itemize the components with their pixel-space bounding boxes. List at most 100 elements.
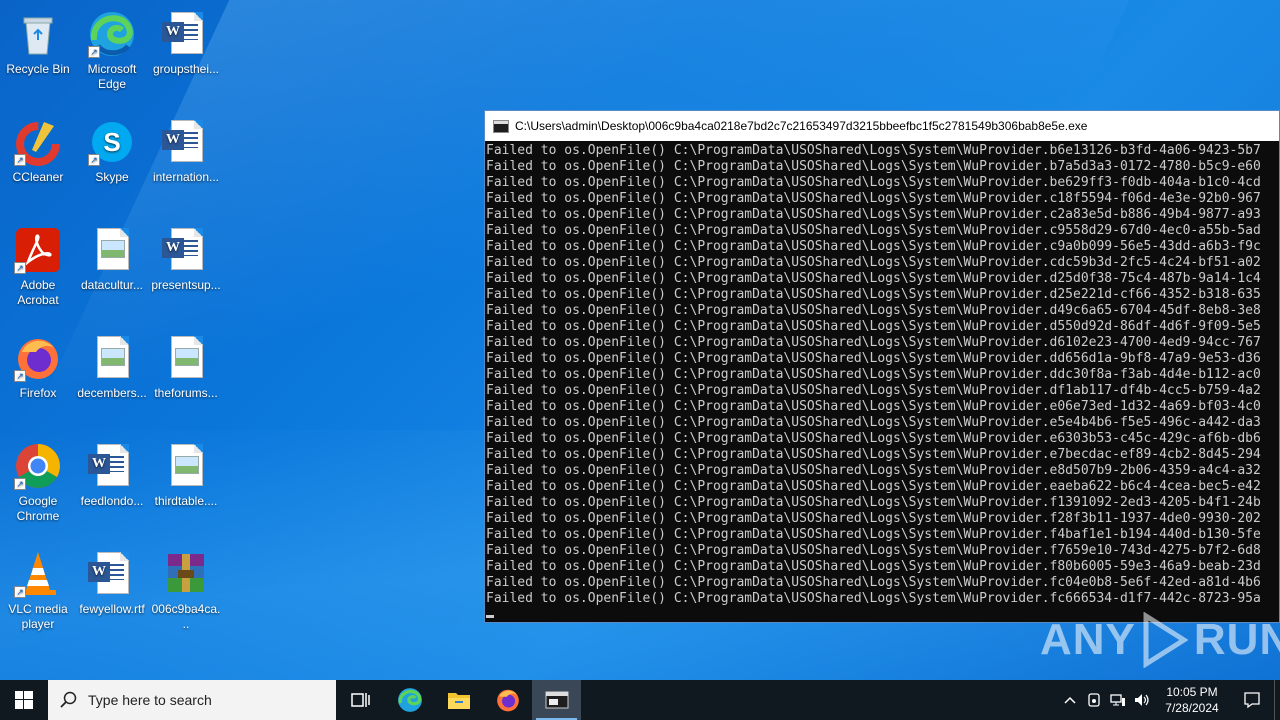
desktop-icon-thirdtable[interactable]: thirdtable.... [148, 436, 224, 509]
windows-logo-icon [15, 691, 33, 709]
console-line: Failed to os.OpenFile() C:\ProgramData\U… [486, 479, 1261, 494]
desktop-icon-label: presentsup... [151, 278, 221, 292]
console-line: Failed to os.OpenFile() C:\ProgramData\U… [486, 463, 1261, 478]
desktop-icon-microsoft-edge[interactable]: ↗ Microsoft Edge [74, 4, 150, 92]
console-line: Failed to os.OpenFile() C:\ProgramData\U… [486, 335, 1261, 350]
shortcut-arrow-icon: ↗ [14, 154, 26, 166]
console-line: Failed to os.OpenFile() C:\ProgramData\U… [486, 223, 1261, 238]
desktop-icon-label: groupsthei... [152, 62, 220, 76]
word-document-icon: W [88, 442, 136, 490]
image-file-icon [88, 226, 136, 274]
firefox-icon: ↗ [14, 334, 62, 382]
start-button[interactable] [0, 680, 48, 720]
desktop-icon-label: Skype [95, 170, 129, 184]
desktop-icon-label: decembers... [77, 386, 147, 400]
desktop-icon-label: internation... [152, 170, 220, 184]
svg-text:S: S [103, 127, 120, 157]
clock-time: 10:05 PM [1166, 685, 1218, 699]
desktop-icon-label: CCleaner [12, 170, 64, 184]
desktop-icon-google-chrome[interactable]: ↗ Google Chrome [0, 436, 76, 524]
adobe-acrobat-icon: ↗ [14, 226, 62, 274]
desktop-icon-label: Microsoft Edge [87, 62, 137, 91]
desktop-icon-firefox[interactable]: ↗ Firefox [0, 328, 76, 401]
device-icon[interactable] [1082, 680, 1106, 720]
desktop-icon-recycle-bin[interactable]: Recycle Bin [0, 4, 76, 77]
desktop-icon-label: Adobe Acrobat [17, 278, 59, 307]
ccleaner-icon: ↗ [14, 118, 62, 166]
network-icon[interactable] [1106, 680, 1130, 720]
recycle-bin-icon [14, 10, 62, 58]
console-line: Failed to os.OpenFile() C:\ProgramData\U… [486, 143, 1261, 158]
console-line: Failed to os.OpenFile() C:\ProgramData\U… [486, 559, 1261, 574]
taskbar-edge-button[interactable] [385, 680, 434, 720]
console-line: Failed to os.OpenFile() C:\ProgramData\U… [486, 399, 1261, 414]
edge-icon [397, 688, 422, 712]
desktop-icon-ccleaner[interactable]: ↗ CCleaner [0, 112, 76, 185]
desktop-icon-label: Firefox [19, 386, 57, 400]
console-line: Failed to os.OpenFile() C:\ProgramData\U… [486, 303, 1261, 318]
console-line: Failed to os.OpenFile() C:\ProgramData\U… [486, 575, 1261, 590]
desktop-icon-decembers[interactable]: decembers... [74, 328, 150, 401]
console-line: Failed to os.OpenFile() C:\ProgramData\U… [486, 591, 1261, 606]
desktop-icon-label: thirdtable.... [154, 494, 218, 508]
taskbar-clock[interactable]: 10:05 PM 7/28/2024 [1154, 684, 1230, 716]
console-line: Failed to os.OpenFile() C:\ProgramData\U… [486, 447, 1261, 462]
console-line: Failed to os.OpenFile() C:\ProgramData\U… [486, 191, 1261, 206]
word-document-icon: W [162, 118, 210, 166]
taskbar-console-button[interactable] [532, 680, 581, 720]
desktop-icon-internation[interactable]: W internation... [148, 112, 224, 185]
action-center-button[interactable] [1230, 680, 1274, 720]
desktop-icon-skype[interactable]: S ↗ Skype [74, 112, 150, 185]
console-line: Failed to os.OpenFile() C:\ProgramData\U… [486, 287, 1261, 302]
console-line: Failed to os.OpenFile() C:\ProgramData\U… [486, 207, 1261, 222]
desktop-icon-label: VLC media player [8, 602, 68, 631]
show-hidden-icons-chevron-icon[interactable] [1058, 680, 1082, 720]
console-titlebar[interactable]: C:\Users\admin\Desktop\006c9ba4ca0218e7b… [485, 111, 1279, 141]
desktop-icon-archive[interactable]: 006c9ba4ca... [148, 544, 224, 632]
console-line: Failed to os.OpenFile() C:\ProgramData\U… [486, 159, 1261, 174]
console-line: Failed to os.OpenFile() C:\ProgramData\U… [486, 431, 1261, 446]
clock-date: 7/28/2024 [1165, 701, 1219, 715]
show-desktop-button[interactable] [1274, 680, 1280, 720]
word-document-icon: W [162, 10, 210, 58]
word-document-icon: W [88, 550, 136, 598]
taskbar-search-box[interactable]: Type here to search [48, 680, 336, 720]
image-file-icon [162, 442, 210, 490]
task-view-button[interactable] [336, 680, 385, 720]
desktop-icon-datacultur[interactable]: datacultur... [74, 220, 150, 293]
taskbar-file-explorer-button[interactable] [434, 680, 483, 720]
play-triangle-icon [1142, 611, 1189, 669]
desktop-icon-label: Google Chrome [16, 494, 60, 523]
notification-icon [1244, 692, 1260, 709]
taskbar-firefox-button[interactable] [483, 680, 532, 720]
desktop-icon-vlc[interactable]: ↗ VLC media player [0, 544, 76, 632]
desktop-icon-adobe-acrobat[interactable]: ↗ Adobe Acrobat [0, 220, 76, 308]
desktop-icon-theforums[interactable]: theforums... [148, 328, 224, 401]
console-line: Failed to os.OpenFile() C:\ProgramData\U… [486, 527, 1261, 542]
desktop-icon-groupsthei[interactable]: W groupsthei... [148, 4, 224, 77]
task-view-icon [350, 693, 370, 707]
console-window[interactable]: C:\Users\admin\Desktop\006c9ba4ca0218e7b… [484, 110, 1280, 623]
shortcut-arrow-icon: ↗ [88, 46, 100, 58]
folder-icon [447, 693, 470, 709]
console-line: Failed to os.OpenFile() C:\ProgramData\U… [486, 383, 1261, 398]
desktop-icon-presentsup[interactable]: W presentsup... [148, 220, 224, 293]
console-line: Failed to os.OpenFile() C:\ProgramData\U… [486, 255, 1261, 270]
shortcut-arrow-icon: ↗ [14, 586, 26, 598]
search-placeholder: Type here to search [88, 692, 212, 708]
shortcut-arrow-icon: ↗ [14, 370, 26, 382]
vlc-cone-icon: ↗ [14, 550, 62, 598]
console-output[interactable]: Failed to os.OpenFile() C:\ProgramData\U… [485, 141, 1279, 623]
system-tray: 10:05 PM 7/28/2024 [1058, 680, 1280, 720]
desktop-icon-feedlondo[interactable]: W feedlondo... [74, 436, 150, 509]
console-app-icon [493, 119, 509, 133]
search-icon [60, 691, 78, 709]
taskbar: Type here to search 10:05 PM 7/28/2024 [0, 680, 1280, 720]
shortcut-arrow-icon: ↗ [14, 262, 26, 274]
volume-icon[interactable] [1130, 680, 1154, 720]
console-line: Failed to os.OpenFile() C:\ProgramData\U… [486, 175, 1261, 190]
console-line: Failed to os.OpenFile() C:\ProgramData\U… [486, 415, 1261, 430]
shortcut-arrow-icon: ↗ [14, 478, 26, 490]
desktop-icon-fewyellow[interactable]: W fewyellow.rtf [74, 544, 150, 617]
watermark-text-left: ANY [1040, 615, 1136, 664]
